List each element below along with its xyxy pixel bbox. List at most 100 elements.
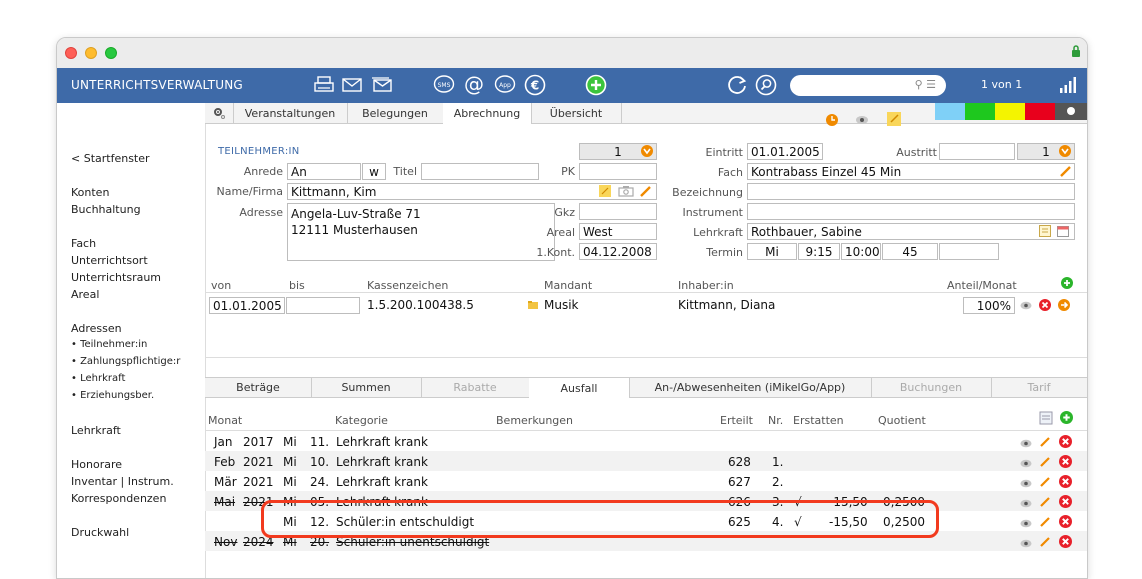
tab-uebersicht[interactable]: Übersicht <box>531 103 622 123</box>
billing-von-field[interactable]: 01.01.2005 <box>209 297 285 314</box>
anrede-field[interactable]: An <box>287 163 361 180</box>
color-swatch-yellow[interactable] <box>995 103 1025 120</box>
edit-pencil-icon[interactable] <box>1039 515 1053 529</box>
camera-icon[interactable] <box>618 185 634 197</box>
instrument-field[interactable] <box>747 203 1075 220</box>
dropdown-orange-icon[interactable] <box>641 145 653 157</box>
subtab-buchungen[interactable]: Buchungen <box>871 378 992 397</box>
color-swatch-green[interactable] <box>965 103 995 120</box>
adresse-field[interactable]: Angela-Luv-Straße 71 12111 Musterhausen <box>287 203 555 261</box>
sidebar-item-unterrichtsraum[interactable]: Unterrichtsraum <box>71 271 161 284</box>
pk-field[interactable] <box>579 163 657 180</box>
zoom-window-button[interactable] <box>105 47 117 59</box>
gkz-field[interactable] <box>579 203 657 220</box>
termin-duration-field[interactable]: 45 <box>882 243 938 260</box>
view-eye-icon[interactable] <box>1020 517 1034 531</box>
sidebar-item-teilnehmer[interactable]: • Teilnehmer:in <box>71 339 147 350</box>
billing-go-icon[interactable] <box>1058 299 1070 311</box>
add-billing-icon[interactable] <box>1061 277 1073 289</box>
delete-icon[interactable] <box>1059 455 1073 469</box>
sidebar-item-adressen[interactable]: Adressen <box>71 322 122 335</box>
sidebar-item-honorare[interactable]: Honorare <box>71 458 122 471</box>
sidebar-item-fach[interactable]: Fach <box>71 237 96 250</box>
areal-field[interactable]: West <box>579 223 657 240</box>
app-message-icon[interactable]: App <box>493 74 517 96</box>
bezeichnung-field[interactable] <box>747 183 1075 200</box>
mail-icon[interactable] <box>341 74 363 96</box>
edit-pencil-icon[interactable] <box>1039 495 1053 509</box>
austritt-field[interactable] <box>939 143 1015 160</box>
email-at-icon[interactable]: @ <box>462 74 486 96</box>
titel-field[interactable] <box>421 163 539 180</box>
termin-extra-field[interactable] <box>939 243 999 260</box>
sidebar-item-areal[interactable]: Areal <box>71 288 99 301</box>
delete-icon[interactable] <box>1059 495 1073 509</box>
sidebar-item-lehrkraft-sub[interactable]: • Lehrkraft <box>71 373 125 384</box>
note-icon[interactable] <box>886 111 902 127</box>
termin-day-field[interactable]: Mi <box>747 243 797 260</box>
sidebar-item-buchhaltung[interactable]: Buchhaltung <box>71 203 141 216</box>
billing-delete-icon[interactable] <box>1039 299 1051 311</box>
view-eye-icon[interactable] <box>1020 477 1034 491</box>
sidebar-item-unterrichtsort[interactable]: Unterrichtsort <box>71 254 148 267</box>
close-window-button[interactable] <box>65 47 77 59</box>
ausfall-list-icon[interactable] <box>1039 411 1053 425</box>
kont-field[interactable]: 04.12.2008 <box>579 243 657 260</box>
lehrkraft-field[interactable]: Rothbauer, Sabine <box>747 223 1075 240</box>
delete-icon[interactable] <box>1059 535 1073 549</box>
sidebar-item-inventar[interactable]: Inventar | Instrum. <box>71 475 174 488</box>
color-swatch-blue[interactable] <box>935 103 965 120</box>
subtab-betraege[interactable]: Beträge <box>205 378 312 397</box>
sms-icon[interactable]: SMS <box>432 74 456 96</box>
settings-gear-icon[interactable] <box>205 103 234 123</box>
euro-icon[interactable]: € <box>523 74 547 96</box>
view-eye-icon[interactable] <box>1020 497 1034 511</box>
search-input[interactable]: ⚲ ☰ <box>790 75 946 96</box>
sidebar-item-korrespondenzen[interactable]: Korrespondenzen <box>71 492 166 505</box>
calendar-icon[interactable] <box>1057 225 1069 237</box>
billing-anteil-field[interactable]: 100% <box>963 297 1015 314</box>
view-eye-icon[interactable] <box>1020 457 1034 471</box>
tab-belegungen[interactable]: Belegungen <box>347 103 444 123</box>
sidebar-item-konten[interactable]: Konten <box>71 186 109 199</box>
course-dropdown-orange-icon[interactable] <box>1059 145 1071 157</box>
view-eye-icon[interactable] <box>1020 537 1034 551</box>
edit-pencil-icon[interactable] <box>1039 435 1053 449</box>
subtab-summen[interactable]: Summen <box>311 378 422 397</box>
print-icon[interactable] <box>313 74 335 96</box>
termin-start-field[interactable]: 9:15 <box>798 243 840 260</box>
view-eye-icon[interactable] <box>1020 437 1034 451</box>
search-magnifier-icon[interactable] <box>754 74 778 96</box>
color-swatch-gray[interactable] <box>1055 103 1087 120</box>
delete-icon[interactable] <box>1059 435 1073 449</box>
serial-mail-icon[interactable] <box>370 74 394 96</box>
sidebar-back-startfenster[interactable]: < Startfenster <box>71 152 150 165</box>
sidebar-item-zahlungspflichtige[interactable]: • Zahlungspflichtige:r <box>71 356 180 367</box>
edit-pencil-icon[interactable] <box>1039 475 1053 489</box>
edit-pencil-icon[interactable] <box>1039 535 1053 549</box>
minimize-window-button[interactable] <box>85 47 97 59</box>
refresh-icon[interactable] <box>725 74 749 96</box>
termin-end-field[interactable]: 10:00 <box>841 243 881 260</box>
gender-field[interactable]: w <box>362 163 386 180</box>
edit-pencil-icon[interactable] <box>1039 455 1053 469</box>
note-small-icon[interactable] <box>598 184 612 198</box>
sidebar-item-druckwahl[interactable]: Druckwahl <box>71 526 129 539</box>
eintritt-field[interactable]: 01.01.2005 <box>747 143 823 160</box>
sidebar-item-erziehungsber[interactable]: • Erziehungsber. <box>71 390 154 401</box>
add-ausfall-icon[interactable] <box>1060 411 1073 424</box>
fach-field[interactable]: Kontrabass Einzel 45 Min <box>747 163 1075 180</box>
fach-pencil-icon[interactable] <box>1059 164 1073 178</box>
add-record-icon[interactable] <box>584 74 608 96</box>
billing-eye-icon[interactable] <box>1020 301 1032 310</box>
sidebar-item-lehrkraft[interactable]: Lehrkraft <box>71 424 121 437</box>
subtab-tarif[interactable]: Tarif <box>991 378 1087 397</box>
clock-icon[interactable] <box>825 113 839 127</box>
subtab-rabatte[interactable]: Rabatte <box>421 378 530 397</box>
tab-abrechnung[interactable]: Abrechnung <box>443 103 532 124</box>
tab-veranstaltungen[interactable]: Veranstaltungen <box>233 103 348 123</box>
pencil-icon[interactable] <box>639 184 653 198</box>
color-swatch-red[interactable] <box>1025 103 1055 120</box>
list-icon[interactable] <box>1039 225 1051 237</box>
mandant-folder-icon[interactable] <box>527 299 539 311</box>
